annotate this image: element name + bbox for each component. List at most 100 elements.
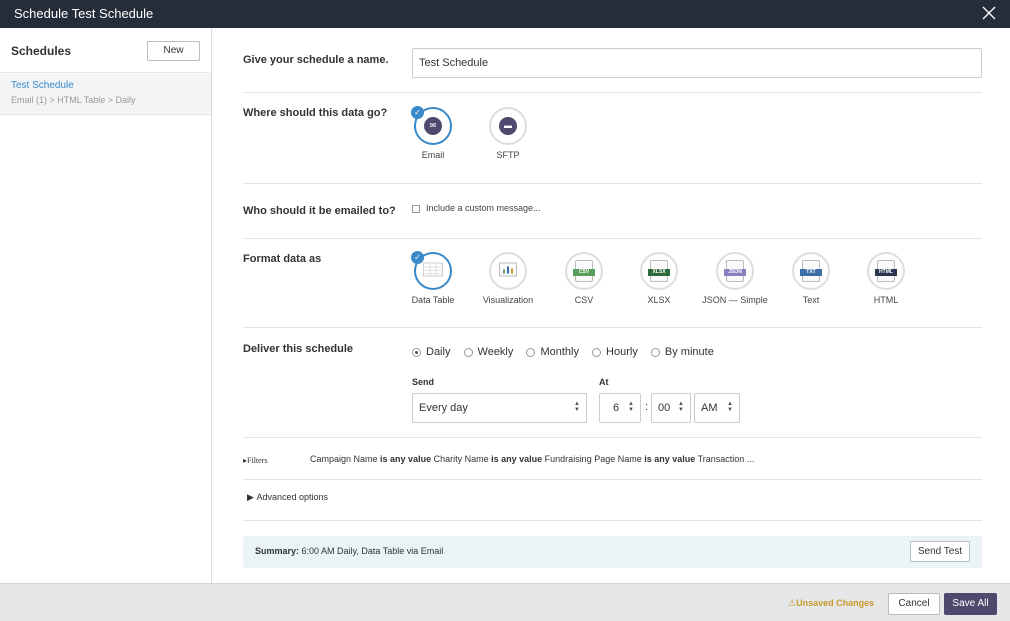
txt-file-tag: TXT — [800, 269, 822, 276]
frequency-hourly[interactable]: Hourly — [592, 346, 638, 358]
custom-message-option[interactable]: Include a custom message... — [412, 203, 541, 213]
csv-file-icon: CSV — [573, 260, 595, 282]
schedule-list-item[interactable]: Test Schedule Email (1) > HTML Table > D… — [0, 74, 211, 115]
save-all-button[interactable]: Save All — [944, 593, 997, 615]
format-xlsx[interactable]: XLSX XLSX — [621, 252, 697, 305]
format-data-table[interactable]: ✓ Data Table — [395, 251, 471, 305]
hour-select-value: 6 — [613, 402, 620, 414]
chart-icon — [499, 262, 517, 280]
txt-file-icon: TXT — [800, 260, 822, 282]
summary-label: Summary: — [255, 546, 300, 556]
format-label-data-table: Data Table — [411, 295, 455, 305]
destination-sftp-circle: ▬ — [489, 107, 527, 145]
folder-icon: ▬ — [499, 117, 517, 135]
sidebar-header: Schedules New — [0, 28, 211, 73]
envelope-icon: ✉ — [424, 117, 442, 135]
format-xlsx-circle: XLSX — [640, 252, 678, 290]
advanced-options-label: Advanced options — [256, 492, 328, 502]
radio-hourly[interactable] — [592, 347, 602, 357]
frequency-label: Hourly — [606, 346, 638, 358]
format-text[interactable]: TXT Text — [773, 252, 849, 305]
frequency-label: Daily — [426, 346, 451, 358]
new-schedule-button[interactable]: New — [147, 41, 200, 61]
send-test-button[interactable]: Send Test — [910, 541, 970, 562]
select-arrows-icon: ▲ ▼ — [628, 401, 634, 413]
format-json-circle: JSON — [716, 252, 754, 290]
custom-message-label: Include a custom message... — [426, 203, 541, 213]
filter-op: is any value — [644, 454, 696, 464]
window-title: Schedule Test Schedule — [14, 6, 154, 21]
filter-field: Fundraising Page Name — [544, 454, 642, 464]
format-html-circle: HTML — [867, 252, 905, 290]
destination-sftp[interactable]: ▬ SFTP — [470, 107, 546, 160]
format-visualization[interactable]: Visualization — [470, 252, 546, 305]
warning-icon: ⚠ — [788, 598, 797, 608]
schedule-name-input[interactable] — [412, 48, 982, 78]
advanced-options-toggle[interactable]: ▶ Advanced options — [247, 492, 328, 503]
cancel-button[interactable]: Cancel — [888, 593, 940, 615]
format-label: Format data as — [243, 253, 322, 265]
filter-field: Charity Name — [433, 454, 489, 464]
schedule-name: Test Schedule — [11, 80, 74, 91]
format-label-html: HTML — [873, 295, 899, 305]
format-csv-circle: CSV — [565, 252, 603, 290]
custom-message-checkbox[interactable] — [412, 204, 420, 213]
divider — [243, 327, 982, 328]
ampm-select[interactable]: AM ▲ ▼ — [694, 393, 740, 423]
send-select-value: Every day — [419, 402, 468, 414]
ampm-select-value: AM — [701, 402, 718, 414]
format-csv[interactable]: CSV CSV — [546, 252, 622, 305]
name-label: Give your schedule a name. — [243, 54, 389, 66]
xlsx-file-tag: XLSX — [648, 269, 670, 276]
json-file-tag: JSON — [724, 269, 746, 276]
caret-right-icon: ▶ — [247, 492, 254, 502]
format-visualization-circle — [489, 252, 527, 290]
radio-daily[interactable] — [412, 347, 421, 357]
format-label-json: JSON — Simple — [702, 295, 768, 305]
format-label-xlsx: XLSX — [647, 295, 671, 305]
select-arrows-icon: ▲ ▼ — [574, 401, 580, 413]
html-file-icon: HTML — [875, 260, 897, 282]
html-file-tag: HTML — [875, 269, 897, 276]
frequency-weekly[interactable]: Weekly — [463, 346, 514, 358]
divider — [243, 92, 982, 93]
schedule-form: Give your schedule a name. Where should … — [213, 28, 1010, 583]
frequency-by-minute[interactable]: By minute — [650, 346, 714, 358]
send-label: Send — [412, 377, 435, 387]
filters-summary: Campaign Name is any value Charity Name … — [310, 454, 754, 464]
at-label: At — [599, 377, 609, 387]
destination-email-circle: ✓ ✉ — [411, 106, 452, 145]
filters-toggle[interactable]: ▸Filters — [243, 456, 267, 465]
format-label-visualization: Visualization — [482, 295, 534, 305]
check-icon: ✓ — [411, 106, 424, 119]
unsaved-changes-label: Unsaved Changes — [796, 598, 875, 608]
minute-select[interactable]: 00 ▲ ▼ — [651, 393, 691, 423]
format-json[interactable]: JSON JSON — Simple — [697, 252, 773, 305]
filter-op: is any value — [491, 454, 543, 464]
filter-field: Campaign Name — [310, 454, 378, 464]
radio-weekly[interactable] — [463, 347, 473, 357]
frequency-daily[interactable]: Daily — [412, 346, 450, 358]
close-icon[interactable] — [980, 4, 998, 22]
destination-label-sftp: SFTP — [496, 150, 520, 160]
format-data-table-circle: ✓ — [411, 251, 452, 290]
destination-email[interactable]: ✓ ✉ Email — [395, 106, 471, 160]
table-icon — [423, 262, 443, 280]
recipients-label: Who should it be emailed to? — [243, 205, 396, 217]
radio-monthly[interactable] — [526, 347, 536, 357]
radio-by-minute[interactable] — [650, 347, 660, 357]
summary-panel: Summary: 6:00 AM Daily, Data Table via E… — [243, 536, 982, 568]
schedules-sidebar: Schedules New Test Schedule Email (1) > … — [0, 28, 212, 583]
minute-select-value: 00 — [658, 402, 671, 414]
xlsx-file-icon: XLSX — [648, 260, 670, 282]
frequency-label: Weekly — [477, 346, 514, 358]
send-select[interactable]: Every day ▲ ▼ — [412, 393, 587, 423]
hour-select[interactable]: 6 ▲ ▼ — [599, 393, 641, 423]
frequency-monthly[interactable]: Monthly — [526, 346, 579, 358]
format-label-text: Text — [802, 295, 820, 305]
destination-label-email: Email — [421, 150, 445, 160]
csv-file-tag: CSV — [573, 269, 595, 276]
time-separator: : — [645, 401, 649, 413]
divider — [243, 479, 982, 480]
format-html[interactable]: HTML HTML — [848, 252, 924, 305]
